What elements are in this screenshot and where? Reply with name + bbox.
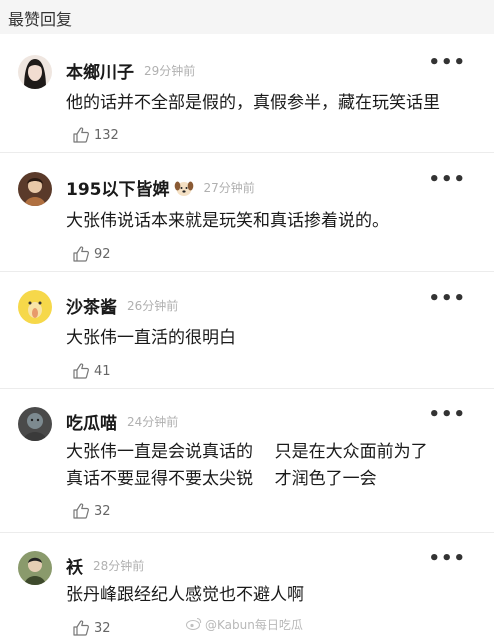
like-count: 41 [94,363,111,379]
comment-item: 吃瓜喵 24分钟前 ••• 大张伟一直是会说真话的 只是在大众面前为了 真话不要… [0,389,494,533]
like-count: 132 [94,127,119,143]
comment-header: 本鄉川子 29分钟前 [66,58,195,83]
avatar[interactable] [18,290,52,324]
comment-header: 袄 28分钟前 [66,553,144,578]
comment-header: 195以下皆婢 27分钟前 [66,175,255,200]
avatar[interactable] [18,55,52,89]
timestamp: 27分钟前 [203,181,255,195]
thumbs-up-icon [73,363,89,379]
thumbs-up-icon [73,127,89,143]
timestamp: 28分钟前 [93,559,145,573]
more-options-icon[interactable]: ••• [428,290,466,308]
like-button[interactable]: 32 [72,502,111,520]
comment-text-line: 大张伟一直是会说真话的 只是在大众面前为了 [66,442,428,462]
comment-text-line: 真话不要显得不要太尖锐 才润色了一会 [66,469,377,489]
avatar[interactable] [18,551,52,585]
comment-text: 张丹峰跟经纪人感觉也不避人啊 [66,585,304,605]
comment-item: 本鄉川子 29分钟前 ••• 他的话并不全部是假的，真假参半，藏在玩笑话里 13… [0,34,494,153]
more-options-icon[interactable]: ••• [428,406,466,424]
more-options-icon[interactable]: ••• [428,550,466,568]
avatar[interactable] [18,172,52,206]
timestamp: 29分钟前 [144,64,196,78]
comment-text: 大张伟一直活的很明白 [66,328,236,348]
like-button[interactable]: 92 [72,245,111,263]
more-options-icon[interactable]: ••• [428,171,466,189]
timestamp: 24分钟前 [127,415,179,429]
like-button[interactable]: 132 [72,126,119,144]
comment-text: 他的话并不全部是假的，真假参半，藏在玩笑话里 [66,93,440,113]
like-count: 32 [94,620,111,636]
comment-header: 沙茶酱 26分钟前 [66,293,178,318]
comment-text: 大张伟说话本来就是玩笑和真话掺着说的。 [66,211,389,231]
like-button[interactable]: 41 [72,362,111,380]
weibo-logo-icon [185,617,202,633]
section-title: 最赞回复 [0,0,494,34]
more-options-icon[interactable]: ••• [428,54,466,72]
thumbs-up-icon [73,246,89,262]
username[interactable]: 本鄉川子 [66,58,134,83]
like-count: 92 [94,246,111,262]
username[interactable]: 195以下皆婢 [66,175,170,200]
username[interactable]: 袄 [66,553,83,578]
timestamp: 26分钟前 [127,299,179,313]
watermark-text: @Kabun每日吃瓜 [205,618,303,632]
like-button[interactable]: 32 [72,619,111,637]
avatar[interactable] [18,407,52,441]
comment-header: 吃瓜喵 24分钟前 [66,409,178,434]
like-count: 32 [94,503,111,519]
thumbs-up-icon [73,620,89,636]
username[interactable]: 吃瓜喵 [66,409,117,434]
dog-face-icon [174,178,194,198]
thumbs-up-icon [73,503,89,519]
username[interactable]: 沙茶酱 [66,293,117,318]
watermark: @Kabun每日吃瓜 [185,616,303,633]
comment-item: 沙茶酱 26分钟前 ••• 大张伟一直活的很明白 41 [0,272,494,389]
comment-item: 195以下皆婢 27分钟前 ••• 大张伟说话本来就是玩笑和真话掺着说的。 92 [0,153,494,272]
